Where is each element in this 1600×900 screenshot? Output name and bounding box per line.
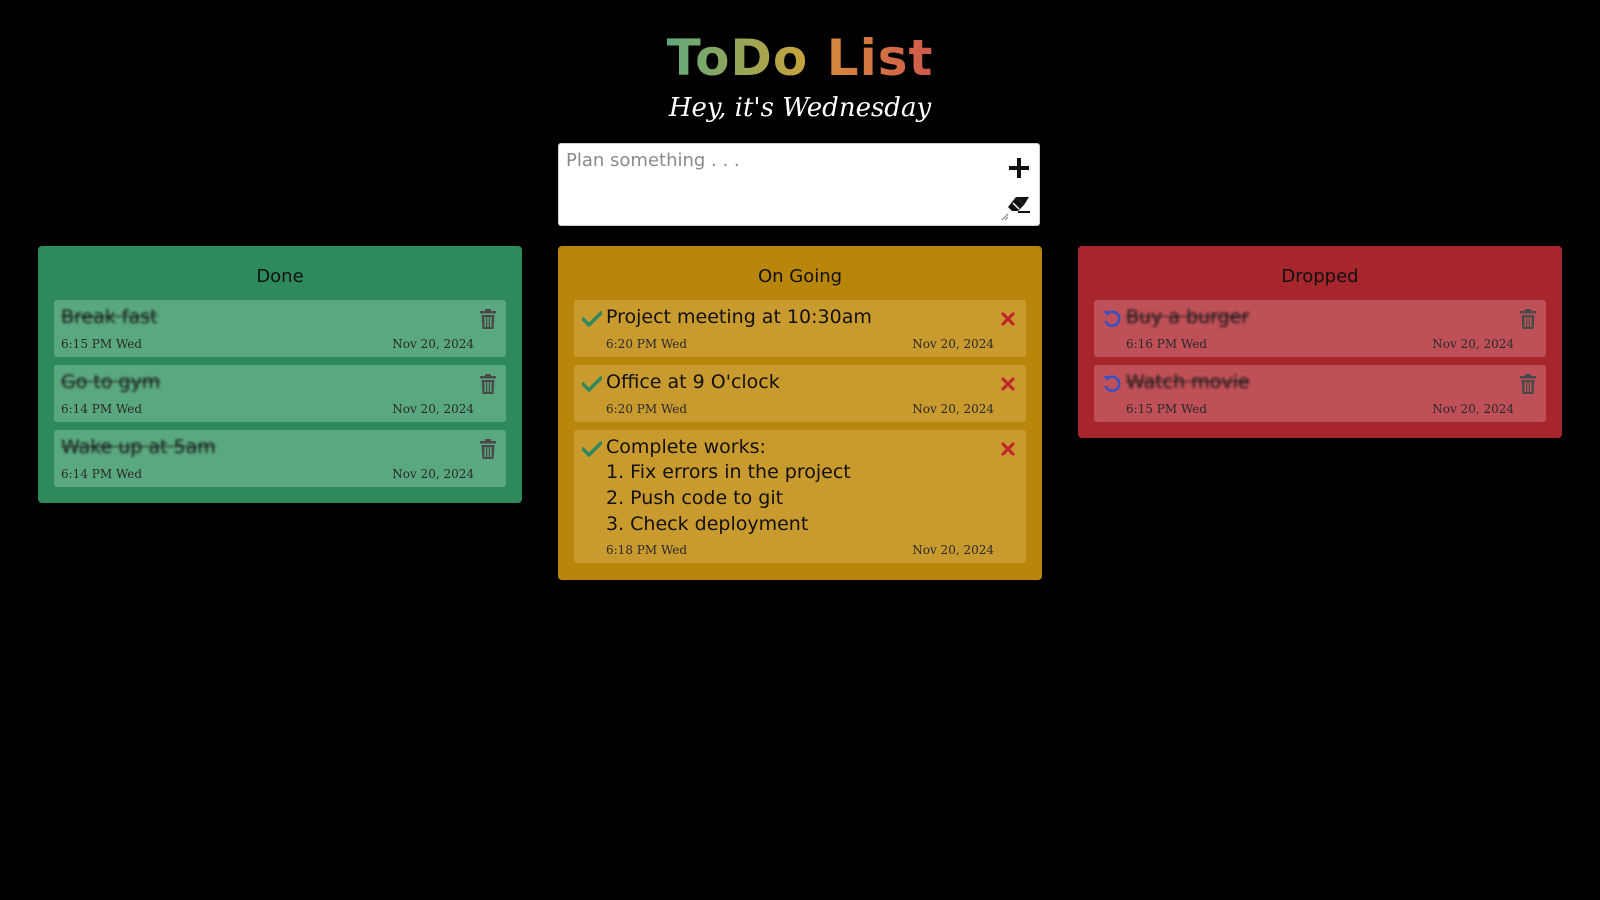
- close-icon: [1001, 442, 1015, 456]
- mark-done-button[interactable]: [582, 439, 602, 459]
- task-input[interactable]: [559, 144, 989, 225]
- close-icon: [1001, 377, 1015, 391]
- eraser-icon: [1008, 197, 1030, 213]
- item-time: 6:14 PM Wed: [61, 402, 143, 416]
- check-icon: [582, 441, 602, 457]
- ongoing-item: Project meeting at 10:30am 6:20 PM Wed N…: [574, 300, 1026, 357]
- dropped-item: Buy a burger 6:16 PM Wed Nov 20, 2024: [1094, 300, 1546, 357]
- plus-icon: [1009, 158, 1029, 178]
- undo-icon: [1103, 310, 1121, 327]
- ongoing-column-title: On Going: [757, 266, 843, 287]
- done-item: Break fast 6:15 PM Wed Nov 20, 2024: [54, 300, 506, 357]
- restore-button[interactable]: [1102, 374, 1122, 394]
- item-date: Nov 20, 2024: [392, 337, 474, 351]
- trash-icon: [480, 439, 496, 459]
- item-time: 6:15 PM Wed: [61, 337, 143, 351]
- add-task-button[interactable]: [1005, 154, 1033, 182]
- item-date: Nov 20, 2024: [912, 543, 994, 557]
- trash-icon: [480, 374, 496, 394]
- done-column: Done Break fast 6:15 PM Wed Nov 20, 2024…: [38, 246, 522, 503]
- resize-grip-icon[interactable]: [1001, 213, 1009, 221]
- dropped-item-text: Buy a burger: [1126, 306, 1250, 328]
- ongoing-item: Complete works: 1. Fix errors in the pro…: [574, 430, 1026, 563]
- trash-icon: [1520, 374, 1536, 394]
- item-date: Nov 20, 2024: [392, 402, 474, 416]
- trash-icon: [1520, 309, 1536, 329]
- app-title: ToDo List: [0, 28, 1600, 88]
- done-item-text: Break fast: [61, 306, 158, 328]
- greeting-subtitle: Hey, it's Wednesday: [668, 93, 932, 123]
- done-item-text: Wake up at 5am: [61, 436, 216, 458]
- dropped-column-title: Dropped: [1281, 266, 1359, 287]
- mark-done-button[interactable]: [582, 309, 602, 329]
- clear-input-button[interactable]: [1005, 191, 1033, 219]
- subtask-item: 1. Fix errors in the project: [606, 461, 851, 483]
- item-date: Nov 20, 2024: [1432, 402, 1514, 416]
- item-date: Nov 20, 2024: [1432, 337, 1514, 351]
- delete-button[interactable]: [478, 373, 498, 395]
- ongoing-item-text: Project meeting at 10:30am: [606, 306, 872, 328]
- subtask-item: 3. Check deployment: [606, 513, 809, 535]
- item-time: 6:16 PM Wed: [1126, 337, 1208, 351]
- delete-button[interactable]: [478, 438, 498, 460]
- drop-button[interactable]: [998, 373, 1018, 395]
- delete-button[interactable]: [1518, 308, 1538, 330]
- item-time: 6:14 PM Wed: [61, 467, 143, 481]
- check-icon: [582, 376, 602, 392]
- task-composer: [558, 143, 1040, 226]
- done-item: Go to gym 6:14 PM Wed Nov 20, 2024: [54, 365, 506, 422]
- item-time: 6:20 PM Wed: [606, 337, 688, 351]
- restore-button[interactable]: [1102, 309, 1122, 329]
- subtask-list: 1. Fix errors in the project 2. Push cod…: [606, 459, 851, 537]
- dropped-column: Dropped Buy a burger 6:16 PM Wed Nov 20,…: [1078, 246, 1562, 438]
- item-time: 6:15 PM Wed: [1126, 402, 1208, 416]
- ongoing-column: On Going Project meeting at 10:30am 6:20…: [558, 246, 1042, 580]
- dropped-item: Watch movie 6:15 PM Wed Nov 20, 2024: [1094, 365, 1546, 422]
- trash-icon: [480, 309, 496, 329]
- check-icon: [582, 311, 602, 327]
- mark-done-button[interactable]: [582, 374, 602, 394]
- ongoing-item-text: Office at 9 O'clock: [606, 371, 780, 393]
- drop-button[interactable]: [998, 438, 1018, 460]
- item-date: Nov 20, 2024: [912, 337, 994, 351]
- done-item-text: Go to gym: [61, 371, 161, 393]
- title-word-todo: ToDo: [666, 29, 809, 87]
- ongoing-item: Office at 9 O'clock 6:20 PM Wed Nov 20, …: [574, 365, 1026, 422]
- item-date: Nov 20, 2024: [912, 402, 994, 416]
- delete-button[interactable]: [478, 308, 498, 330]
- done-column-title: Done: [256, 266, 304, 287]
- undo-icon: [1103, 375, 1121, 392]
- item-time: 6:20 PM Wed: [606, 402, 688, 416]
- close-icon: [1001, 312, 1015, 326]
- done-item: Wake up at 5am 6:14 PM Wed Nov 20, 2024: [54, 430, 506, 487]
- delete-button[interactable]: [1518, 373, 1538, 395]
- drop-button[interactable]: [998, 308, 1018, 330]
- dropped-item-text: Watch movie: [1126, 371, 1250, 393]
- item-date: Nov 20, 2024: [392, 467, 474, 481]
- title-word-list: List: [826, 29, 934, 87]
- ongoing-item-text: Complete works:: [606, 436, 766, 458]
- item-time: 6:18 PM Wed: [606, 543, 688, 557]
- subtask-item: 2. Push code to git: [606, 487, 784, 509]
